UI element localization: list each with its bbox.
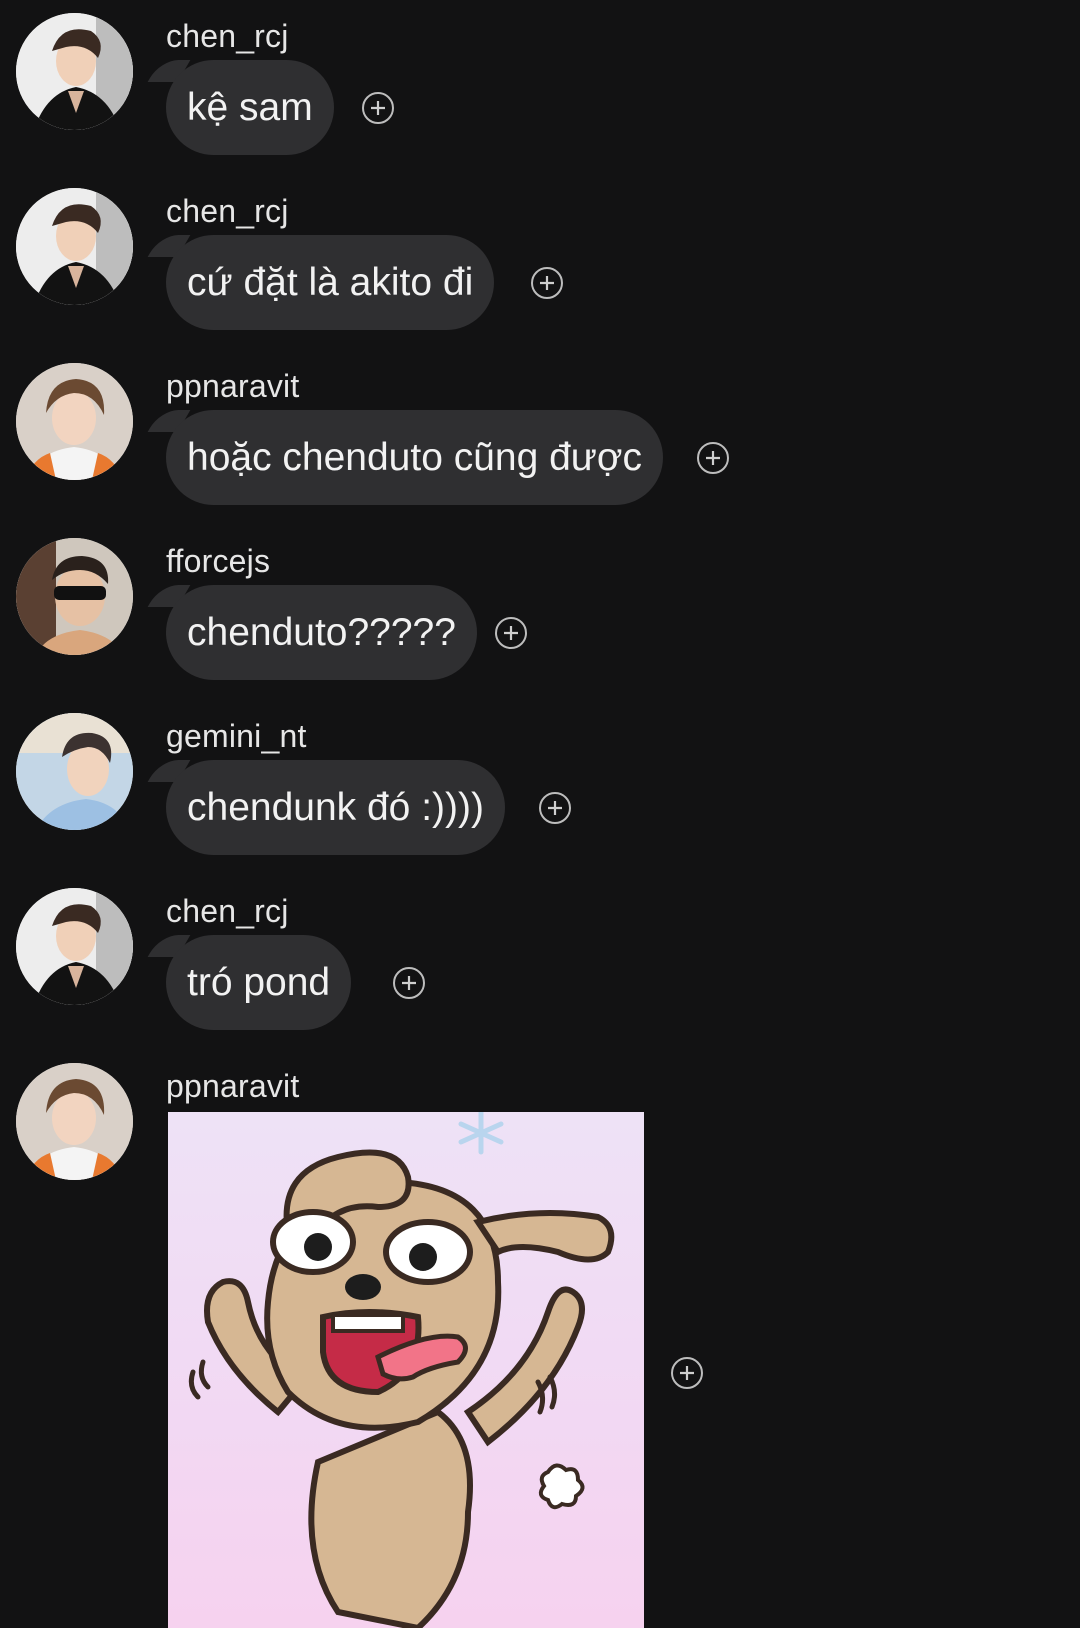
message-bubble[interactable]: kệ sam [166,60,334,155]
message-bubble[interactable]: cứ đặt là akito đi [166,235,495,330]
message-row: chen_rcj tró pond [0,875,1080,1045]
username[interactable]: chen_rcj [166,193,289,230]
avatar[interactable] [16,188,133,305]
add-reaction-icon[interactable] [539,792,571,824]
avatar[interactable] [16,363,133,480]
avatar-chen-rcj-image [16,888,133,1005]
add-reaction-icon[interactable] [531,267,563,299]
message-bubble[interactable]: tró pond [166,935,352,1030]
add-reaction-icon[interactable] [671,1357,703,1389]
message-row: ppnaravit hoặc chenduto cũng được [0,350,1080,520]
add-reaction-icon[interactable] [362,92,394,124]
avatar-chen-rcj-image [16,188,133,305]
message-bubble[interactable]: chenduto????? [166,585,477,680]
add-reaction-icon[interactable] [697,442,729,474]
add-reaction-icon[interactable] [393,967,425,999]
avatar[interactable] [16,713,133,830]
username[interactable]: chen_rcj [166,18,289,55]
avatar-ppnaravit-image [16,1063,133,1180]
message-row: chen_rcj cứ đặt là akito đi [0,175,1080,345]
message-thread: chen_rcj kệ sam chen_rcj cứ đặt là akito… [0,0,1080,1628]
avatar-ppnaravit-image [16,363,133,480]
message-row: gemini_nt chendunk đó :)))) [0,700,1080,870]
avatar-chen-rcj-image [16,13,133,130]
message-bubble[interactable]: chendunk đó :)))) [166,760,505,855]
username[interactable]: chen_rcj [166,893,289,930]
avatar[interactable] [16,1063,133,1180]
add-reaction-icon[interactable] [495,617,527,649]
avatar[interactable] [16,13,133,130]
username[interactable]: ppnaravit [166,1068,299,1105]
dog-sticker-art [188,1112,615,1628]
avatar[interactable] [16,888,133,1005]
username[interactable]: fforcejs [166,543,270,580]
username[interactable]: ppnaravit [166,368,299,405]
avatar-gemini-nt-image [16,713,133,830]
username[interactable]: gemini_nt [166,718,307,755]
avatar[interactable] [16,538,133,655]
dog-sticker[interactable] [168,1112,644,1628]
message-row: fforcejs chenduto????? [0,525,1080,695]
avatar-fforcejs-image [16,538,133,655]
message-row: chen_rcj kệ sam [0,0,1080,170]
message-bubble[interactable]: hoặc chenduto cũng được [166,410,663,505]
